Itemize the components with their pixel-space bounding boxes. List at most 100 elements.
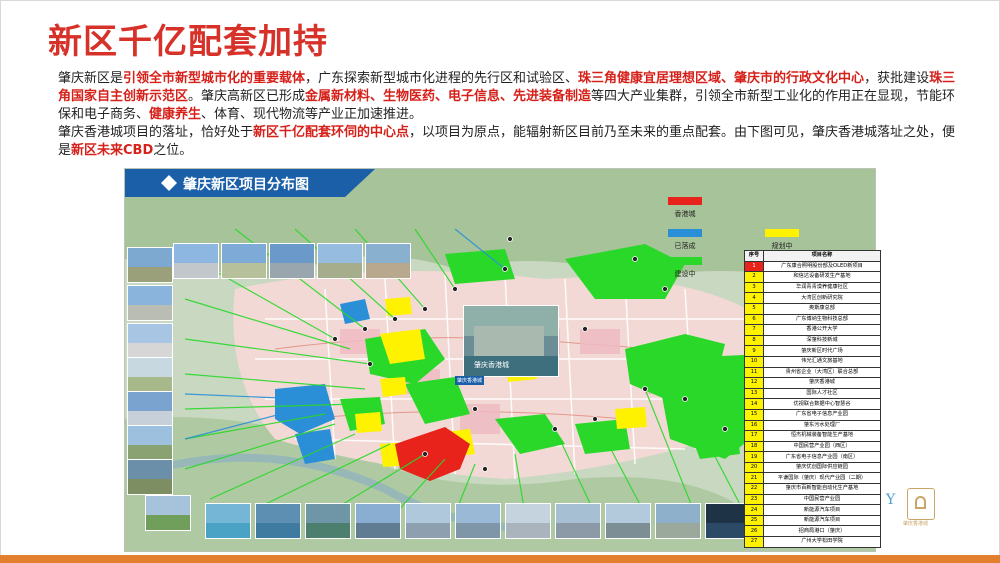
footer-accent-bar	[0, 555, 1000, 563]
table-row: 18 中国民营产业园（西区）	[744, 440, 881, 453]
project-photo-bottom-8	[555, 503, 601, 539]
table-cell-name: 恒杰机械装备智能生产基地	[763, 430, 881, 442]
table-row: 20 肇庆优创国际供应链园	[744, 461, 881, 474]
project-photo-bottom-9	[605, 503, 651, 539]
table-row: 22 肇庆市百新智能自动化生产基地	[744, 483, 881, 495]
table-cell-number: 27	[744, 536, 764, 548]
table-row: 3 华润青青漠养健康社区	[744, 281, 881, 294]
brand-text: 肇庆香港城	[903, 521, 929, 527]
table-cell-number: 11	[744, 366, 764, 379]
project-photo-bottom-3	[305, 503, 351, 539]
highlight-text: 引领全市新型城市化的重要载体	[123, 71, 306, 86]
project-photo-top-5	[317, 243, 363, 279]
table-cell-number: 6	[744, 313, 764, 326]
table-cell-number: 4	[744, 292, 764, 304]
table-cell-number: 17	[744, 430, 764, 442]
table-row: 2 和信达设备研发生产基地	[744, 271, 881, 283]
body-text-segment: ，获批建设	[864, 71, 930, 86]
table-cell-name: 肇庆优创国际供应链园	[763, 461, 881, 474]
body-text-segment: 肇庆新区是	[58, 71, 124, 86]
table-cell-number: 24	[744, 504, 764, 516]
map-header-title: 肇庆新区项目分布图	[183, 177, 309, 193]
table-cell-number: 20	[744, 461, 764, 474]
project-photo-6	[127, 425, 173, 461]
table-cell-name: 奥斯康总部	[763, 302, 881, 315]
table-row: 8 深肇科技新城	[744, 334, 881, 347]
table-cell-name: 中国民营产业园（西区）	[763, 440, 881, 453]
table-cell-name: 招商局港口（肇庆）	[763, 525, 881, 538]
table-row: 16 肇东污水处理厂	[744, 419, 881, 432]
table-row: 26 招商局港口（肇庆）	[744, 525, 881, 538]
project-table: 序号 项目名称 1 广东康合照明股份部及OLED新项目 2 和信达设备研发生产基地 3 华…	[744, 250, 881, 548]
body-text-segment: 之位。	[153, 143, 193, 158]
legend-label-hkcity: 香港城	[674, 210, 696, 218]
table-cell-name: 广东博纳生物科技总部	[763, 313, 881, 326]
body-text-segment: 肇庆香港城项目的落址，恰好处于	[58, 125, 254, 140]
brand-letter: Y	[886, 492, 896, 508]
brand-logo-icon	[907, 488, 935, 520]
table-header-name: 项目名称	[763, 250, 881, 262]
project-marker-label: 肇庆香港城	[455, 376, 485, 385]
table-cell-name: 大湾区创新研究院	[763, 292, 881, 304]
project-photo-top-2	[173, 243, 219, 279]
table-row: 13 国际人才社区	[744, 387, 881, 400]
legend-label-construction: 建设中	[674, 270, 696, 278]
table-cell-number: 10	[744, 355, 764, 368]
table-cell-name: 伟光汇通文旅基地	[763, 355, 881, 368]
table-cell-number: 8	[744, 334, 764, 347]
highlight-text: 新区千亿配套环伺的中心点	[253, 125, 410, 140]
project-photo-bottom-2	[255, 503, 301, 539]
map-logo-icon	[161, 175, 177, 191]
table-cell-number: 2	[744, 271, 764, 283]
project-photo-4	[127, 357, 173, 393]
paragraph-1: 肇庆新区是引领全市新型城市化的重要载体，广东探索新型城市化进程的先行区和试验区、…	[58, 70, 958, 124]
table-cell-name: 中国民营产业园	[763, 493, 881, 506]
project-photo-top-6	[365, 243, 411, 279]
project-photo-bottom-7	[505, 503, 551, 539]
project-photo-bottom-6	[455, 503, 501, 539]
table-cell-number: 26	[744, 525, 764, 538]
table-header-row: 序号 项目名称	[744, 250, 881, 262]
table-row: 12 肇庆香港城	[744, 377, 881, 389]
table-row: 25 新能源汽车项目	[744, 514, 881, 527]
table-cell-number: 14	[744, 398, 764, 410]
table-row: 19 广东省电子信息产业园（南区）	[744, 451, 881, 463]
table-cell-name: 香港公开大学	[763, 324, 881, 336]
highlight-text: 金属新材料、生物医药、电子信息、先进装备制造	[305, 89, 592, 104]
legend-swatch-hkcity	[668, 197, 702, 205]
table-row: 5 奥斯康总部	[744, 302, 881, 315]
project-photo-bottom-5	[405, 503, 451, 539]
legend-swatch-construction	[668, 257, 702, 265]
table-cell-name: 肇东污水处理厂	[763, 419, 881, 432]
project-photo-bottom-1	[205, 503, 251, 539]
table-row: 17 恒杰机械装备智能生产基地	[744, 430, 881, 442]
table-row: 21 平谦国际（肇庆）现代产业园（二期）	[744, 472, 881, 485]
table-cell-name: 广东省电子信息产业园	[763, 408, 881, 421]
table-cell-name: 新能源汽车项目	[763, 514, 881, 527]
table-row: 4 大湾区创新研究院	[744, 292, 881, 304]
table-cell-number: 23	[744, 493, 764, 506]
table-cell-name: 广州大学松田学院	[763, 536, 881, 548]
project-photo-top-4	[269, 243, 315, 279]
table-cell-number: 16	[744, 419, 764, 432]
table-cell-number: 1	[744, 260, 764, 273]
project-photo-7	[127, 459, 173, 495]
table-body: 1 广东康合照明股份部及OLED新项目 2 和信达设备研发生产基地 3 华润青青漠养健康社…	[744, 260, 881, 548]
map-header: 肇庆新区项目分布图	[125, 169, 375, 197]
table-row: 10 伟光汇通文旅基地	[744, 355, 881, 368]
highlight-text: 新区未来CBD	[71, 143, 154, 158]
legend-swatch-built	[668, 229, 702, 237]
table-row: 11 贵州省企业（大湾区）联合总部	[744, 366, 881, 379]
body-text-segment: ，广东探索新型城市化进程的先行区和试验区、	[305, 71, 579, 86]
project-photo-8	[145, 495, 191, 531]
project-photo-bottom-4	[355, 503, 401, 539]
table-cell-name: 肇庆新区时代广场	[763, 345, 881, 357]
table-cell-number: 19	[744, 451, 764, 463]
hkcity-aerial-photo: 肇庆香港城	[463, 305, 559, 377]
table-cell-number: 15	[744, 408, 764, 421]
table-cell-number: 21	[744, 472, 764, 485]
table-cell-number: 18	[744, 440, 764, 453]
table-cell-name: 贵州省企业（大湾区）联合总部	[763, 366, 881, 379]
table-cell-name: 优视联合数据中心智慧谷	[763, 398, 881, 410]
table-cell-number: 12	[744, 377, 764, 389]
